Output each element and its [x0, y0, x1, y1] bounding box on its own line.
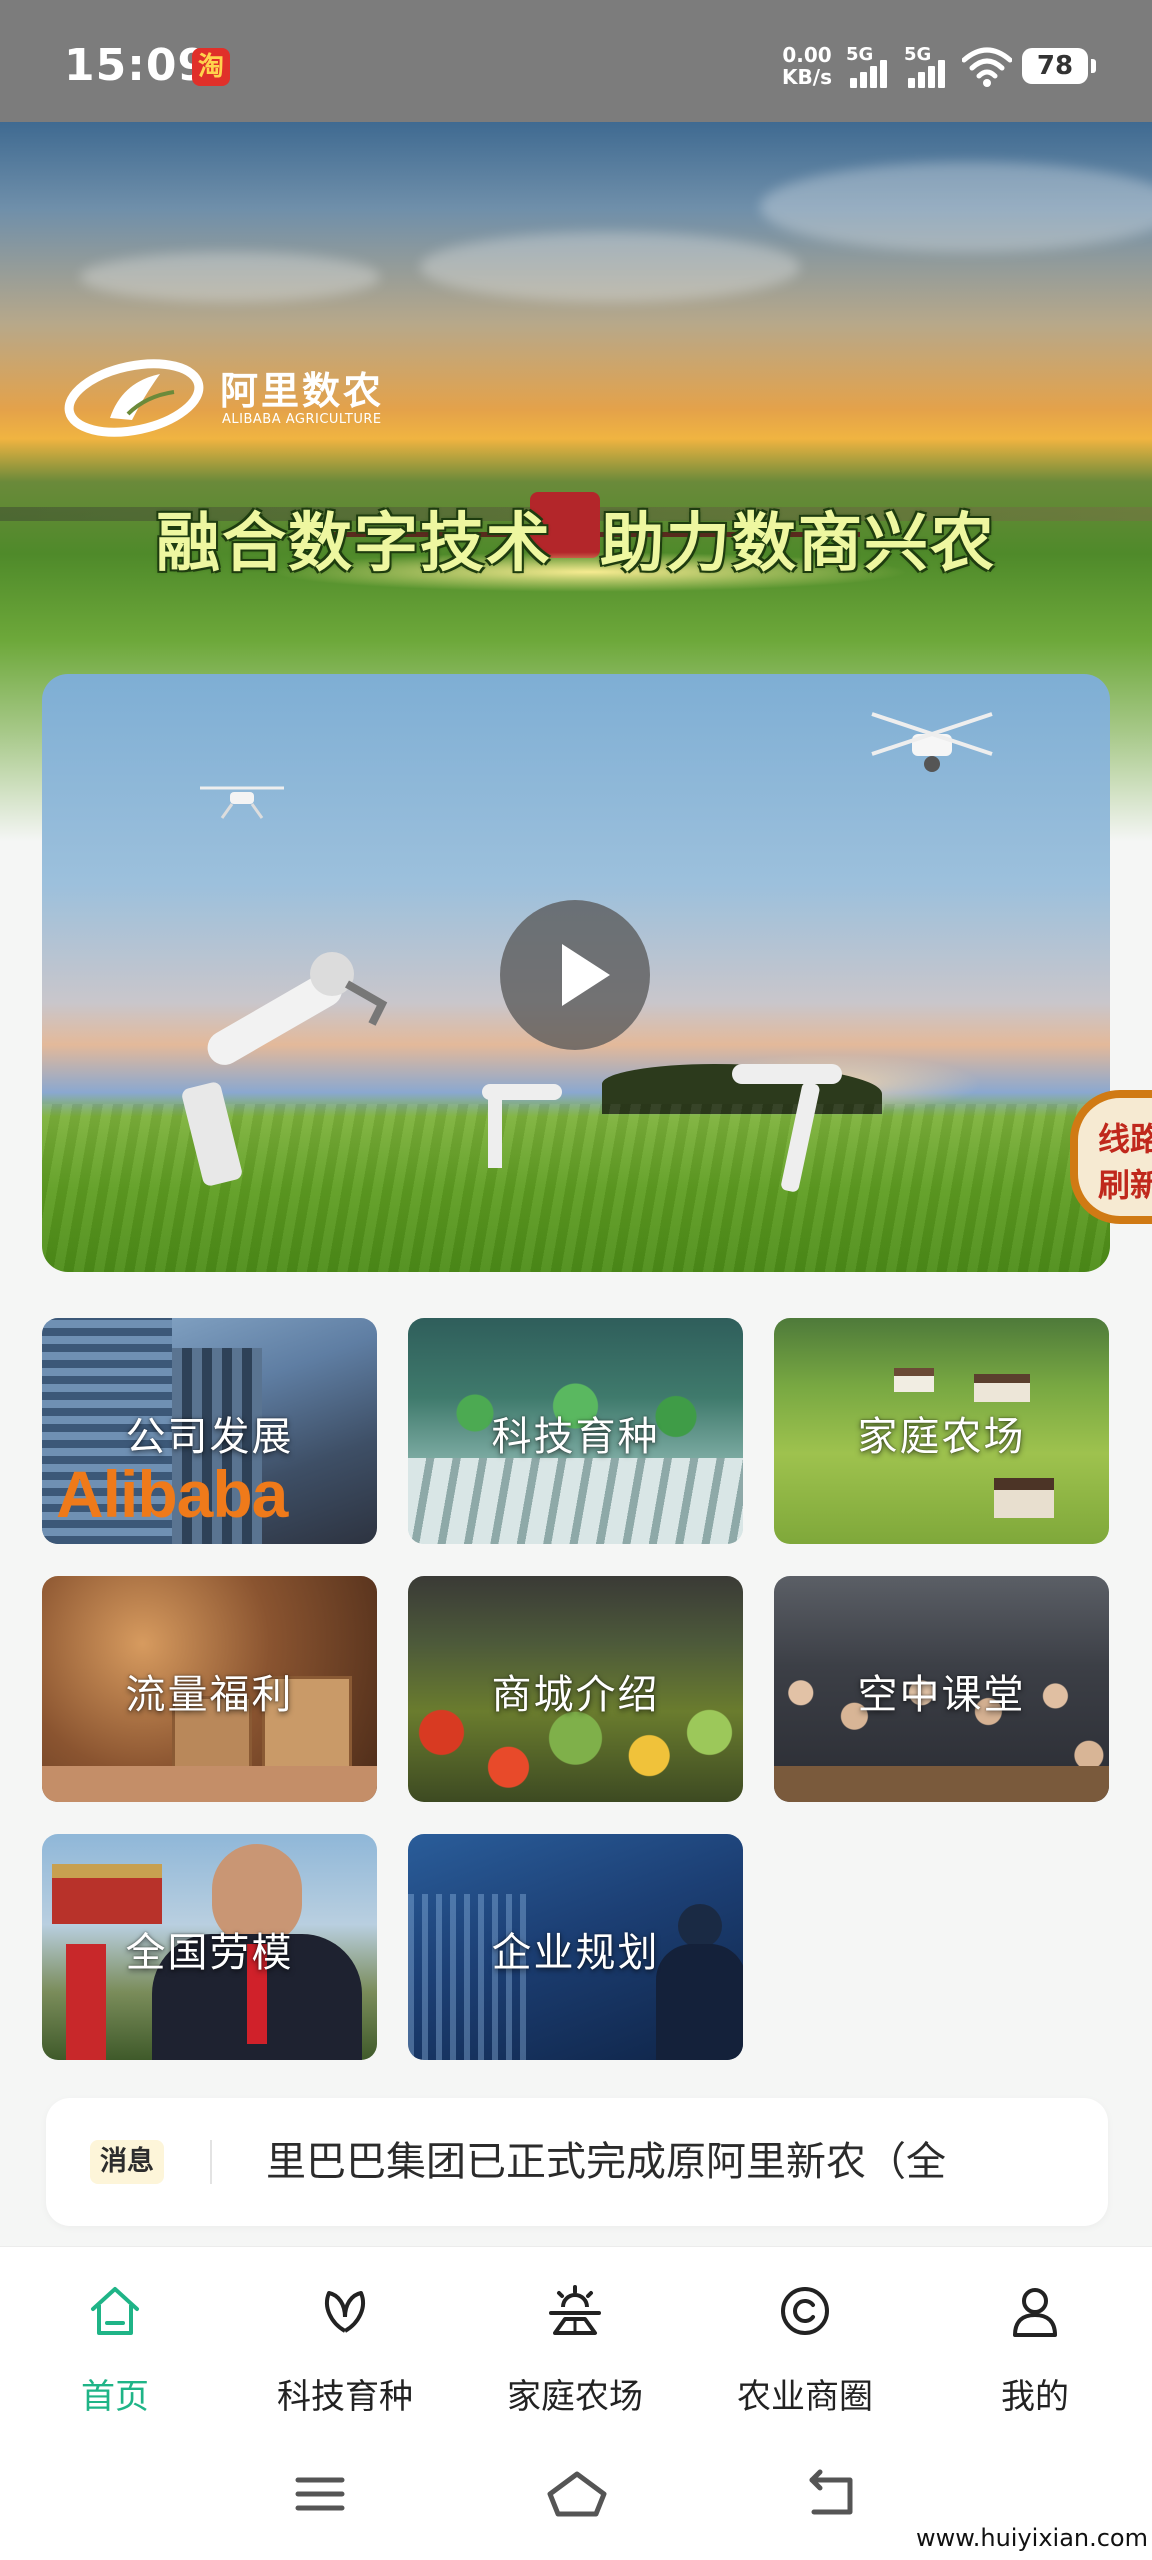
promo-video-card[interactable]: [42, 674, 1110, 1272]
news-divider: [210, 2140, 212, 2184]
back-icon[interactable]: [804, 2468, 858, 2520]
tile-label: 公司发展: [125, 1414, 294, 1460]
nav-family-farm[interactable]: 家庭农场: [460, 2247, 690, 2433]
nav-label: 家庭农场: [507, 2377, 643, 2417]
network-speed: 0.00 KB/s: [780, 44, 834, 88]
battery-indicator: 78: [1022, 48, 1096, 84]
play-button[interactable]: [500, 900, 650, 1050]
home-outline-icon[interactable]: [546, 2468, 608, 2520]
tile-label: 科技育种: [491, 1414, 660, 1460]
tile-tech-breeding[interactable]: 科技育种: [408, 1318, 743, 1544]
news-ticker[interactable]: 消息 里巴巴集团已正式完成原阿里新农（全: [46, 2098, 1108, 2226]
nav-label: 首页: [81, 2377, 149, 2417]
bottom-navigation: 首页 科技育种 家庭农场 农业商圈 我的: [0, 2246, 1152, 2432]
nav-home[interactable]: 首页: [0, 2247, 230, 2433]
drone-image: [871, 712, 993, 772]
tile-traffic-benefits[interactable]: 流量福利: [42, 1576, 377, 1802]
nav-label: 我的: [1001, 2377, 1069, 2417]
tile-label: 商城介绍: [491, 1672, 660, 1718]
nav-agri-business[interactable]: 农业商圈: [690, 2247, 920, 2433]
tile-family-farm[interactable]: 家庭农场: [774, 1318, 1109, 1544]
drone-image: [200, 786, 284, 819]
refresh-route-line2: 刷新: [1098, 1166, 1152, 1204]
signal-sim1-icon: 5G: [846, 44, 896, 90]
tile-label: 流量福利: [125, 1672, 294, 1718]
tile-air-classroom[interactable]: 空中课堂: [774, 1576, 1109, 1802]
wifi-icon: [962, 47, 1012, 87]
home-icon: [91, 2287, 139, 2335]
robot-arm-image: [482, 1084, 562, 1168]
news-text[interactable]: 里巴巴集团已正式完成原阿里新农（全: [266, 2134, 1066, 2190]
refresh-route-badge[interactable]: 线路 刷新: [1070, 1090, 1152, 1224]
menu-icon[interactable]: [294, 2468, 346, 2520]
slogan-part-2: 助力数商兴农: [600, 506, 996, 581]
tile-label: 全国劳模: [125, 1930, 294, 1976]
taobao-notification-icon: 淘: [192, 48, 230, 86]
circle-icon: [781, 2287, 829, 2335]
tile-national-model-worker[interactable]: 全国劳模: [42, 1834, 377, 2060]
leaf-icon: [325, 2291, 365, 2333]
banner-slogan: 融合数字技术 助力数商兴农: [0, 492, 1152, 584]
refresh-route-line1: 线路: [1098, 1120, 1152, 1158]
sim1-label: 5G: [846, 44, 874, 65]
farm-sun-icon: [549, 2285, 601, 2335]
brand-name-en: ALIBABA AGRICULTURE: [222, 412, 382, 427]
nav-label: 农业商圈: [737, 2377, 873, 2417]
network-speed-unit: KB/s: [782, 65, 832, 89]
nav-mine[interactable]: 我的: [920, 2247, 1150, 2433]
tile-label: 企业规划: [491, 1930, 660, 1976]
network-speed-value: 0.00: [782, 43, 832, 67]
slogan-part-1: 融合数字技术: [156, 506, 552, 581]
robot-arm-image: [182, 952, 388, 1186]
alibaba-sign: Alibaba: [56, 1457, 288, 1531]
user-icon: [1013, 2288, 1057, 2337]
tile-company-development[interactable]: Alibaba 公司发展: [42, 1318, 377, 1544]
nav-label: 科技育种: [277, 2377, 413, 2417]
tile-label: 空中课堂: [857, 1672, 1026, 1718]
news-tag: 消息: [90, 2140, 164, 2184]
signal-sim2-icon: 5G: [904, 44, 954, 90]
tile-mall-intro[interactable]: 商城介绍: [408, 1576, 743, 1802]
watermark: www.huiyixian.com: [916, 2524, 1148, 2552]
status-bar: 15:09 淘 0.00 KB/s 5G 5G 78: [0, 0, 1152, 122]
robot-arm-image: [732, 1064, 842, 1192]
nav-tech-breeding[interactable]: 科技育种: [230, 2247, 460, 2433]
tile-label: 家庭农场: [857, 1414, 1026, 1460]
sim2-label: 5G: [904, 44, 932, 65]
tile-enterprise-planning[interactable]: 企业规划: [408, 1834, 743, 2060]
alibaba-agriculture-logo-icon: [64, 359, 204, 437]
brand-name: 阿里数农: [220, 369, 385, 413]
status-time: 15:09: [64, 40, 210, 91]
